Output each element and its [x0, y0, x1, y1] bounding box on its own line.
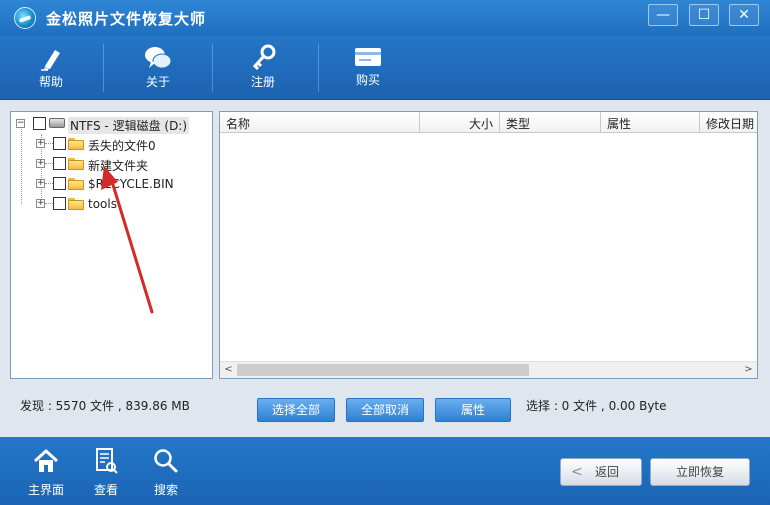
register-label: 注册 [250, 75, 275, 89]
tree-checkbox[interactable] [53, 137, 66, 150]
drive-icon [49, 118, 65, 128]
collapse-toggle[interactable]: − [16, 119, 25, 128]
close-button[interactable]: ✕ [729, 4, 759, 26]
home-nav-label: 主界面 [27, 483, 64, 497]
expand-toggle[interactable]: + [36, 139, 45, 148]
about-button[interactable]: 关于 [113, 36, 203, 100]
deselect-all-button[interactable]: 全部取消 [346, 398, 424, 422]
toolbar: 帮助 关于 注册 购买 [0, 36, 770, 100]
about-label: 关于 [145, 75, 170, 89]
buy-button[interactable]: 购买 [323, 36, 413, 100]
tree-item-label: $RECYCLE.BIN [88, 177, 174, 191]
key-icon [252, 44, 276, 71]
expand-toggle[interactable]: + [36, 199, 45, 208]
maximize-button[interactable]: ☐ [689, 4, 719, 26]
column-header-type[interactable]: 类型 [500, 112, 601, 133]
column-header-modified-date[interactable]: 修改日期 [700, 112, 757, 133]
tree-checkbox[interactable] [53, 177, 66, 190]
tree-item-label: tools [88, 197, 117, 211]
column-header-attributes[interactable]: 属性 [601, 112, 700, 133]
tree-item-label: NTFS - 逻辑磁盘 (D:) [68, 117, 190, 134]
horizontal-scrollbar[interactable]: < > [220, 361, 757, 378]
back-button-label: 返回 [595, 465, 620, 479]
help-button[interactable]: 帮助 [6, 36, 96, 100]
view-nav-button[interactable]: 查看 [76, 437, 136, 505]
tree-item-tools[interactable]: + tools [11, 194, 211, 214]
tree-checkbox[interactable] [53, 197, 66, 210]
scroll-right-arrow-icon[interactable]: > [740, 362, 757, 378]
toolbar-separator [103, 44, 104, 92]
folder-icon [68, 138, 84, 150]
selected-files-status: 选择 : 0 文件 , 0.00 Byte [526, 399, 667, 413]
card-icon [355, 48, 381, 66]
scrollbar-thumb[interactable] [237, 364, 529, 376]
folder-icon [68, 198, 84, 210]
minimize-button[interactable]: — [648, 4, 678, 26]
tree-checkbox[interactable] [53, 157, 66, 170]
tree-item-label: 新建文件夹 [88, 159, 149, 173]
search-nav-label: 搜索 [153, 483, 178, 497]
toolbar-separator [318, 44, 319, 92]
tree-checkbox[interactable] [33, 117, 46, 130]
chat-bubbles-icon [145, 47, 172, 69]
tree-item-lost-files[interactable]: + 丢失的文件0 [11, 134, 211, 154]
search-nav-button[interactable]: 搜索 [136, 437, 196, 505]
app-logo-icon [14, 7, 36, 29]
window-title: 金松照片文件恢复大师 [46, 10, 207, 28]
home-icon [33, 449, 59, 472]
buy-label: 购买 [355, 73, 380, 87]
column-header-size[interactable]: 大小 [420, 112, 500, 133]
search-icon [154, 449, 178, 473]
found-files-status: 发现 : 5570 文件 , 839.86 MB [20, 399, 190, 413]
tree-item-label: 丢失的文件0 [88, 139, 156, 153]
tree-root-drive[interactable]: − NTFS - 逻辑磁盘 (D:) [11, 114, 211, 134]
select-all-button[interactable]: 选择全部 [257, 398, 335, 422]
folder-icon [68, 178, 84, 190]
title-bar: 金松照片文件恢复大师 — ☐ ✕ [0, 0, 770, 36]
folder-tree[interactable]: − NTFS - 逻辑磁盘 (D:) + 丢失的文件0 + 新建文件夹 + $R… [10, 111, 213, 379]
toolbar-separator [212, 44, 213, 92]
home-nav-button[interactable]: 主界面 [16, 437, 76, 505]
expand-toggle[interactable]: + [36, 159, 45, 168]
back-button[interactable]: < 返回 [560, 458, 642, 486]
properties-button[interactable]: 属性 [435, 398, 511, 422]
scroll-left-arrow-icon[interactable]: < [220, 362, 237, 378]
pen-icon [41, 50, 60, 71]
view-document-icon [96, 448, 118, 474]
help-label: 帮助 [38, 75, 63, 89]
main-area: − NTFS - 逻辑磁盘 (D:) + 丢失的文件0 + 新建文件夹 + $R… [0, 101, 770, 437]
folder-icon [68, 158, 84, 170]
bottom-bar: 主界面 查看 搜索 < 返回 立即恢复 [0, 437, 770, 505]
tree-item-recycle-bin[interactable]: + $RECYCLE.BIN [11, 174, 211, 194]
expand-toggle[interactable]: + [36, 179, 45, 188]
column-header-name[interactable]: 名称 [220, 112, 420, 133]
chevron-left-icon: < [571, 464, 583, 480]
register-button[interactable]: 注册 [218, 36, 308, 100]
file-list[interactable]: 名称 大小 类型 属性 修改日期 < > [219, 111, 758, 379]
recover-now-button[interactable]: 立即恢复 [650, 458, 750, 486]
tree-item-new-folder[interactable]: + 新建文件夹 [11, 154, 211, 174]
view-nav-label: 查看 [93, 483, 118, 497]
